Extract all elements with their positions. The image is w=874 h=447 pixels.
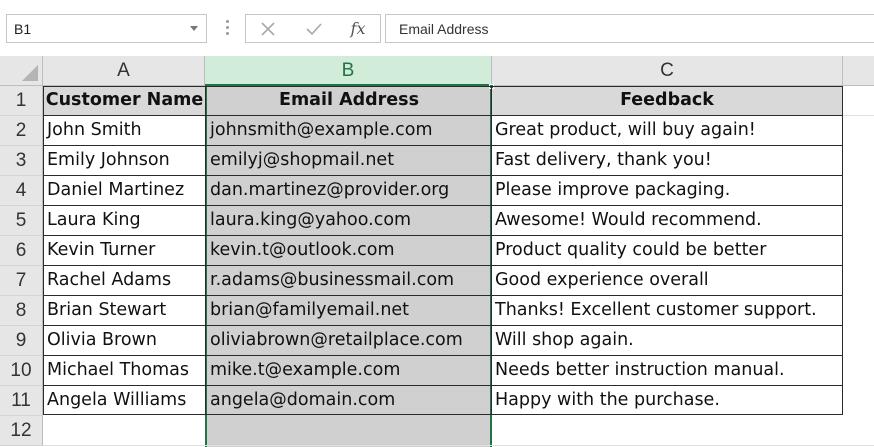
cell-name[interactable]: Rachel Adams bbox=[44, 266, 205, 296]
name-box-value: B1 bbox=[14, 21, 32, 37]
row-header[interactable]: 4 bbox=[0, 176, 43, 206]
cell-feedback[interactable]: Needs better instruction manual. bbox=[492, 356, 842, 386]
cell-name[interactable]: Daniel Martinez bbox=[44, 176, 205, 206]
cell-name[interactable]: Laura King bbox=[44, 206, 205, 236]
cell-feedback[interactable]: Will shop again. bbox=[492, 326, 842, 356]
cell-feedback[interactable]: Please improve packaging. bbox=[492, 176, 842, 206]
cell-feedback[interactable]: Thanks! Excellent customer support. bbox=[492, 296, 842, 326]
cell-email[interactable]: brian@familyemail.net bbox=[207, 296, 491, 326]
gridline bbox=[43, 445, 874, 446]
cell-feedback[interactable]: Awesome! Would recommend. bbox=[492, 206, 842, 236]
row-header[interactable]: 12 bbox=[0, 416, 43, 446]
row-header[interactable]: 2 bbox=[0, 116, 43, 146]
header-email-address[interactable]: Email Address bbox=[207, 86, 491, 116]
chevron-down-icon[interactable] bbox=[190, 26, 198, 31]
header-customer-name[interactable]: Customer Name bbox=[44, 86, 205, 116]
cell-feedback[interactable]: Happy with the purchase. bbox=[492, 386, 842, 416]
row-header[interactable]: 10 bbox=[0, 356, 43, 386]
cell-name[interactable]: Emily Johnson bbox=[44, 146, 205, 176]
cell-email[interactable]: laura.king@yahoo.com bbox=[207, 206, 491, 236]
cell-name[interactable]: Angela Williams bbox=[44, 386, 205, 416]
row-header[interactable]: 6 bbox=[0, 236, 43, 266]
gridline bbox=[843, 115, 874, 116]
column-header-c[interactable]: C bbox=[492, 56, 843, 86]
formula-content: Email Address bbox=[399, 21, 489, 37]
cell-name[interactable]: Brian Stewart bbox=[44, 296, 205, 326]
cell-email[interactable]: angela@domain.com bbox=[207, 386, 491, 416]
row-header[interactable]: 8 bbox=[0, 296, 43, 326]
cell-feedback[interactable]: Good experience overall bbox=[492, 266, 842, 296]
row-header[interactable]: 5 bbox=[0, 206, 43, 236]
cell-email[interactable]: r.adams@businessmail.com bbox=[207, 266, 491, 296]
cell-name[interactable]: Kevin Turner bbox=[44, 236, 205, 266]
cell-feedback[interactable]: Great product, will buy again! bbox=[492, 116, 842, 146]
cell-feedback[interactable]: Fast delivery, thank you! bbox=[492, 146, 842, 176]
close-icon[interactable] bbox=[248, 15, 288, 42]
table-border bbox=[842, 86, 843, 415]
cell-name[interactable]: Olivia Brown bbox=[44, 326, 205, 356]
select-all-button[interactable] bbox=[0, 56, 43, 86]
insert-function-button[interactable]: fx bbox=[338, 15, 378, 42]
column-header-a[interactable]: A bbox=[43, 56, 205, 86]
cell-feedback[interactable]: Product quality could be better bbox=[492, 236, 842, 266]
formula-buttons: fx bbox=[245, 14, 381, 43]
cell-name[interactable]: John Smith bbox=[44, 116, 205, 146]
cell-email[interactable]: johnsmith@example.com bbox=[207, 116, 491, 146]
header-feedback[interactable]: Feedback bbox=[492, 86, 842, 116]
checkmark-icon[interactable] bbox=[294, 15, 334, 42]
cell-email[interactable]: mike.t@example.com bbox=[207, 356, 491, 386]
column-header-d[interactable] bbox=[843, 56, 874, 86]
cell-name[interactable]: Michael Thomas bbox=[44, 356, 205, 386]
row-header[interactable]: 7 bbox=[0, 266, 43, 296]
column-header-b[interactable]: B bbox=[205, 56, 492, 86]
row-header[interactable]: 3 bbox=[0, 146, 43, 176]
cell-email[interactable]: oliviabrown@retailplace.com bbox=[207, 326, 491, 356]
row-header[interactable]: 9 bbox=[0, 326, 43, 356]
cell-email[interactable]: dan.martinez@provider.org bbox=[207, 176, 491, 206]
grip-icon[interactable] bbox=[226, 20, 229, 37]
formula-bar: B1 fx Email Address bbox=[0, 0, 874, 56]
formula-input[interactable]: Email Address bbox=[385, 14, 874, 43]
cell-email[interactable]: emilyj@shopmail.net bbox=[207, 146, 491, 176]
cell-email[interactable]: kevin.t@outlook.com bbox=[207, 236, 491, 266]
row-header[interactable]: 11 bbox=[0, 386, 43, 416]
row-header[interactable]: 1 bbox=[0, 86, 43, 116]
table-border bbox=[205, 86, 206, 415]
name-box[interactable]: B1 bbox=[6, 14, 207, 43]
